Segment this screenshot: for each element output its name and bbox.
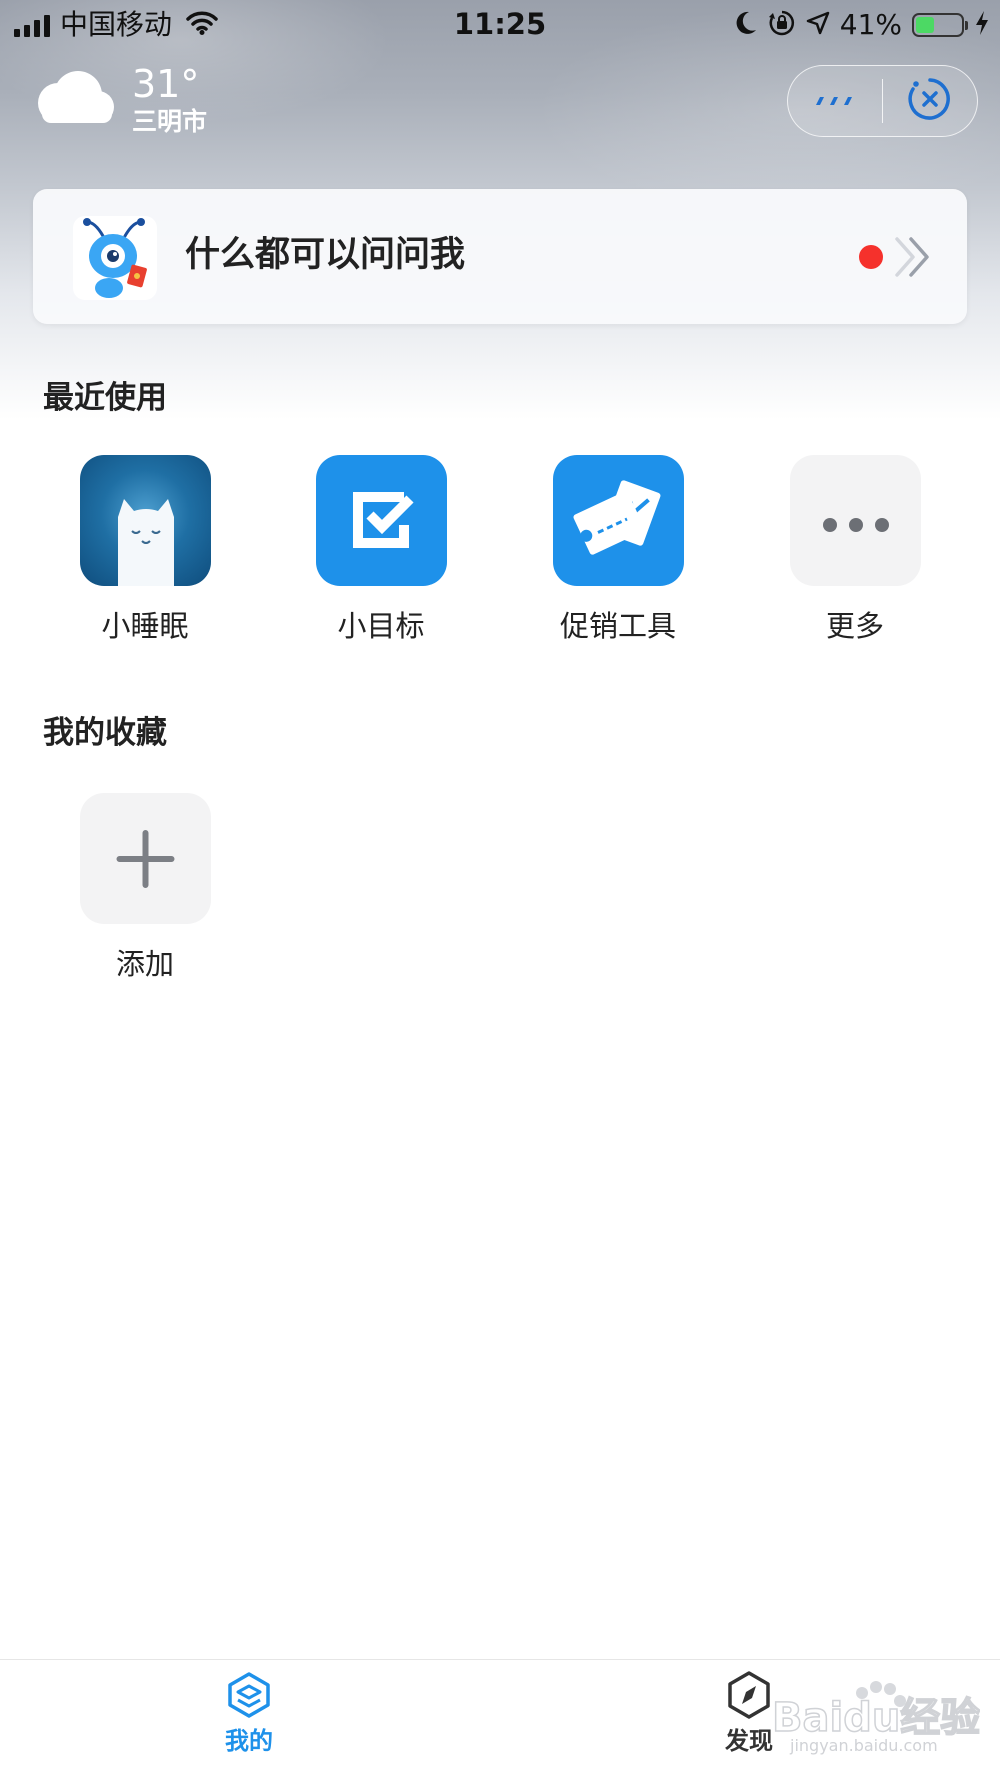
more-button[interactable] — [788, 66, 882, 136]
baidu-watermark-logo: Baidu经验 jingyan.baidu.com — [770, 1675, 981, 1755]
app-xiaoshuimian[interactable]: 小睡眠 — [45, 455, 245, 646]
battery-percent: 41% — [839, 8, 902, 41]
checkbox-icon — [315, 455, 447, 586]
sleep-cat-icon — [79, 455, 211, 586]
mini-program-capsule — [787, 65, 978, 137]
app-xiaomubiao[interactable]: 小目标 — [281, 455, 481, 646]
status-right: 41% — [734, 8, 990, 42]
moon-icon — [734, 10, 758, 40]
compass-icon — [724, 1671, 774, 1724]
double-chevron-right-icon — [891, 235, 935, 283]
notification-dot — [859, 245, 883, 269]
battery-icon — [912, 13, 968, 37]
app-label: 促销工具 — [559, 609, 676, 643]
app-label: 更多 — [825, 609, 884, 643]
location-icon — [806, 11, 830, 39]
battery-level — [916, 17, 934, 33]
screen: 中国移动 11:25 41% 31° 三明市 什么都可以问问我 最近使用 小睡眠… — [0, 0, 1000, 1778]
cloud-icon — [28, 67, 118, 133]
weather-text: 31° 三明市 — [132, 62, 207, 138]
close-button[interactable] — [883, 66, 977, 136]
ant-mascot-icon — [73, 216, 157, 300]
app-label: 小睡眠 — [101, 609, 189, 643]
temperature: 31° — [132, 62, 200, 106]
more-icon — [812, 92, 858, 111]
tab-label: 我的 — [225, 1727, 273, 1755]
add-favorite[interactable]: 添加 — [45, 793, 245, 984]
app-label: 小目标 — [337, 609, 425, 643]
charging-icon — [974, 10, 990, 40]
favorites-section-title: 我的收藏 — [43, 715, 167, 751]
tab-mine[interactable]: 我的 — [169, 1670, 329, 1756]
app-more[interactable]: 更多 — [755, 455, 955, 646]
ticket-icon — [552, 455, 684, 586]
add-label: 添加 — [115, 947, 174, 981]
city-name: 三明市 — [132, 107, 208, 136]
app-cuxiao-gongju[interactable]: 促销工具 — [518, 455, 718, 646]
svg-text:jingyan.baidu.com: jingyan.baidu.com — [789, 1736, 938, 1755]
weather-widget[interactable]: 31° 三明市 — [28, 62, 207, 138]
rotation-lock-icon — [768, 9, 796, 41]
ask-me-prompt: 什么都可以问问我 — [185, 235, 466, 275]
status-bar: 中国移动 11:25 41% — [0, 0, 1000, 50]
svg-text:Baidu经验: Baidu经验 — [772, 1695, 980, 1741]
close-mini-program-icon — [907, 76, 953, 126]
plus-icon — [79, 793, 211, 924]
more-dots-icon — [789, 455, 921, 586]
recent-section-title: 最近使用 — [43, 380, 167, 416]
cube-icon — [224, 1672, 274, 1724]
ask-me-card[interactable]: 什么都可以问问我 — [33, 189, 967, 324]
